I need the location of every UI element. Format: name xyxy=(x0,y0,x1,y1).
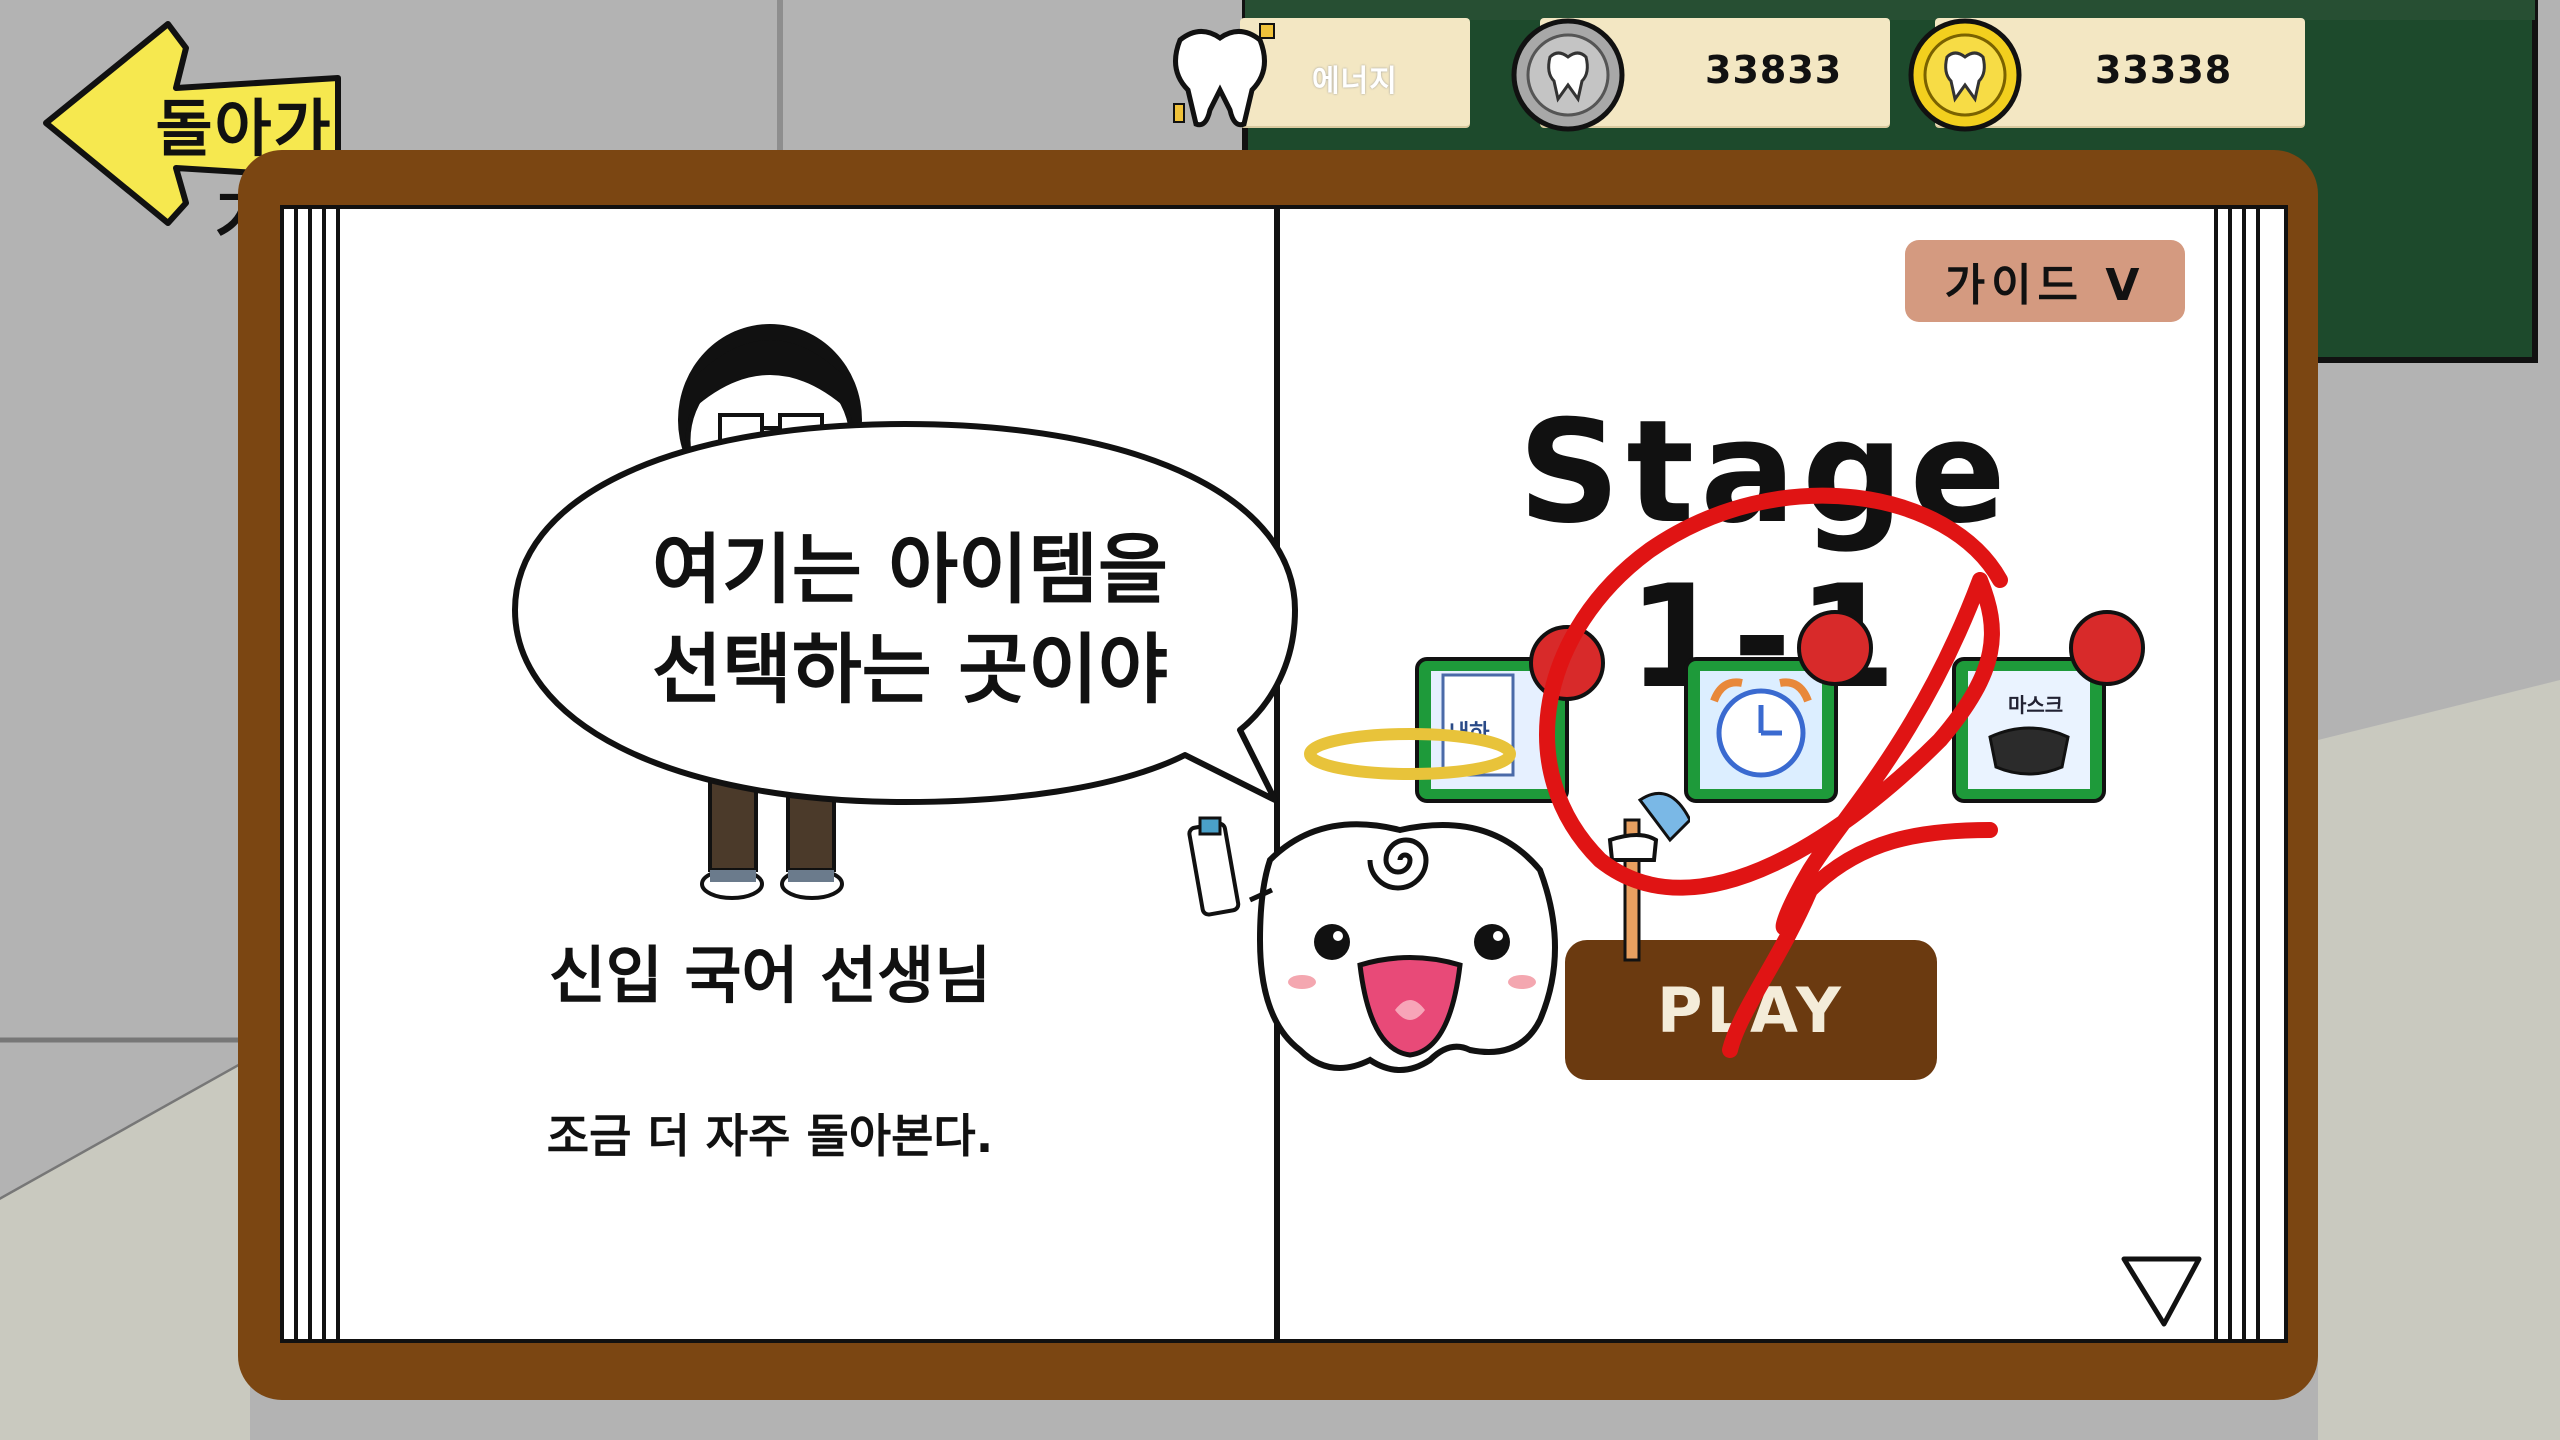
silver-coin-icon xyxy=(1511,18,1625,132)
red-annotation-stroke xyxy=(1539,487,2008,1058)
energy-label: 에너지 xyxy=(1312,64,1398,99)
silver-coin-count: 33833 xyxy=(1705,48,1843,92)
speech-line-1: 여기는 아이템을 xyxy=(652,525,1168,614)
gold-coin-count: 33338 xyxy=(2095,48,2233,92)
guide-dropdown-button[interactable]: 가이드 V xyxy=(1905,240,2185,322)
tooth-energy-icon xyxy=(1173,23,1275,128)
teacher-name: 신입 국어 선생님 xyxy=(548,939,992,1012)
item-badge-icon xyxy=(2069,610,2145,686)
speech-text: 여기는 아이템을 선택하는 곳이야 xyxy=(560,520,1260,720)
speech-line-2: 선택하는 곳이야 xyxy=(652,625,1168,714)
gold-coin-icon xyxy=(1908,18,2022,132)
teacher-description: 조금 더 자주 돌아본다. xyxy=(546,1109,994,1163)
page-curl-icon xyxy=(2121,1256,2202,1327)
